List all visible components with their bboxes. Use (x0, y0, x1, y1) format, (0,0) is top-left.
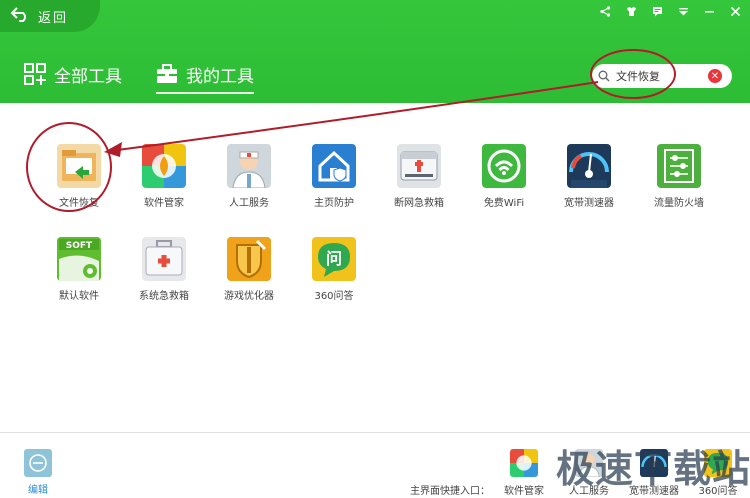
menu-icon[interactable] (676, 4, 690, 18)
system-first-aid-icon (142, 237, 186, 281)
tool-360-qa[interactable]: 问 360问答 (291, 237, 377, 302)
tool-network-first-aid[interactable]: 断网急救箱 (376, 144, 462, 209)
grid-icon (24, 63, 46, 85)
back-arrow-icon (10, 6, 30, 26)
tool-label: 主页防护 (314, 198, 354, 209)
default-software-icon: SOFT (57, 237, 101, 281)
quick-entry-label: 主界面快捷入口： (410, 486, 490, 497)
tool-label: 人工服务 (229, 198, 269, 209)
manual-service-icon (227, 144, 271, 188)
tool-file-recovery[interactable]: 文件恢复 (36, 144, 122, 209)
search-icon (598, 67, 610, 86)
tool-label: 游戏优化器 (224, 291, 274, 302)
network-first-aid-icon (397, 144, 441, 188)
tool-homepage-protect[interactable]: 主页防护 (291, 144, 377, 209)
header-bar: 返回 全部工具 我的工具 文件恢复 ✕ (0, 0, 750, 103)
edit-button[interactable]: 编辑 (22, 449, 54, 496)
tool-label: 文件恢复 (59, 198, 99, 209)
toolbox-icon (156, 64, 178, 84)
footer-divider (0, 432, 750, 433)
software-manager-icon (510, 449, 538, 477)
tool-label: 默认软件 (59, 291, 99, 302)
tool-label: 系统急救箱 (139, 291, 189, 302)
tool-system-first-aid[interactable]: 系统急救箱 (121, 237, 207, 302)
tool-traffic-firewall[interactable]: 流量防火墙 (636, 144, 722, 209)
skin-icon[interactable] (624, 4, 638, 18)
minus-circle-icon (24, 449, 52, 477)
minimize-icon[interactable] (702, 4, 716, 18)
tab-my-tools-label: 我的工具 (186, 66, 254, 87)
share-icon[interactable] (598, 4, 612, 18)
tool-game-optimizer[interactable]: 游戏优化器 (206, 237, 292, 302)
clear-search-icon[interactable]: ✕ (708, 69, 722, 83)
homepage-protect-icon (312, 144, 356, 188)
speedometer-icon (567, 144, 611, 188)
svg-text:问: 问 (326, 249, 342, 268)
tool-label: 免费WiFi (483, 198, 525, 209)
tool-manual-service[interactable]: 人工服务 (206, 144, 292, 209)
quick-item-software-manager[interactable]: 软件管家 (494, 449, 554, 497)
window-controls (598, 4, 742, 18)
tool-default-software[interactable]: SOFT 默认软件 (36, 237, 122, 302)
search-input[interactable] (616, 69, 702, 83)
tool-software-manager[interactable]: 软件管家 (121, 144, 207, 209)
quick-item-label: 软件管家 (504, 486, 544, 497)
tab-all-tools[interactable]: 全部工具 (24, 60, 122, 88)
tool-label: 软件管家 (144, 198, 184, 209)
tool-label: 断网急救箱 (394, 198, 444, 209)
watermark-text: 极速下载站 (556, 447, 750, 491)
edit-label: 编辑 (28, 485, 48, 496)
game-optimizer-icon (227, 237, 271, 281)
tab-my-tools[interactable]: 我的工具 (156, 60, 254, 94)
file-recovery-icon (57, 144, 101, 188)
traffic-firewall-icon (657, 144, 701, 188)
tool-label: 流量防火墙 (654, 198, 704, 209)
tool-label: 360问答 (314, 291, 354, 302)
tool-label: 宽带测速器 (564, 198, 614, 209)
svg-text:SOFT: SOFT (66, 241, 93, 251)
feedback-icon[interactable] (650, 4, 664, 18)
qa-icon: 问 (312, 237, 356, 281)
tool-speed-test[interactable]: 宽带测速器 (546, 144, 632, 209)
tool-free-wifi[interactable]: 免费WiFi (461, 144, 547, 209)
back-label: 返回 (38, 10, 69, 26)
tab-bar: 全部工具 我的工具 (24, 60, 254, 94)
back-button[interactable]: 返回 (0, 0, 100, 32)
tab-all-tools-label: 全部工具 (54, 66, 122, 87)
close-icon[interactable] (728, 4, 742, 18)
search-box[interactable]: ✕ (592, 64, 732, 88)
software-manager-icon (142, 144, 186, 188)
wifi-icon (482, 144, 526, 188)
